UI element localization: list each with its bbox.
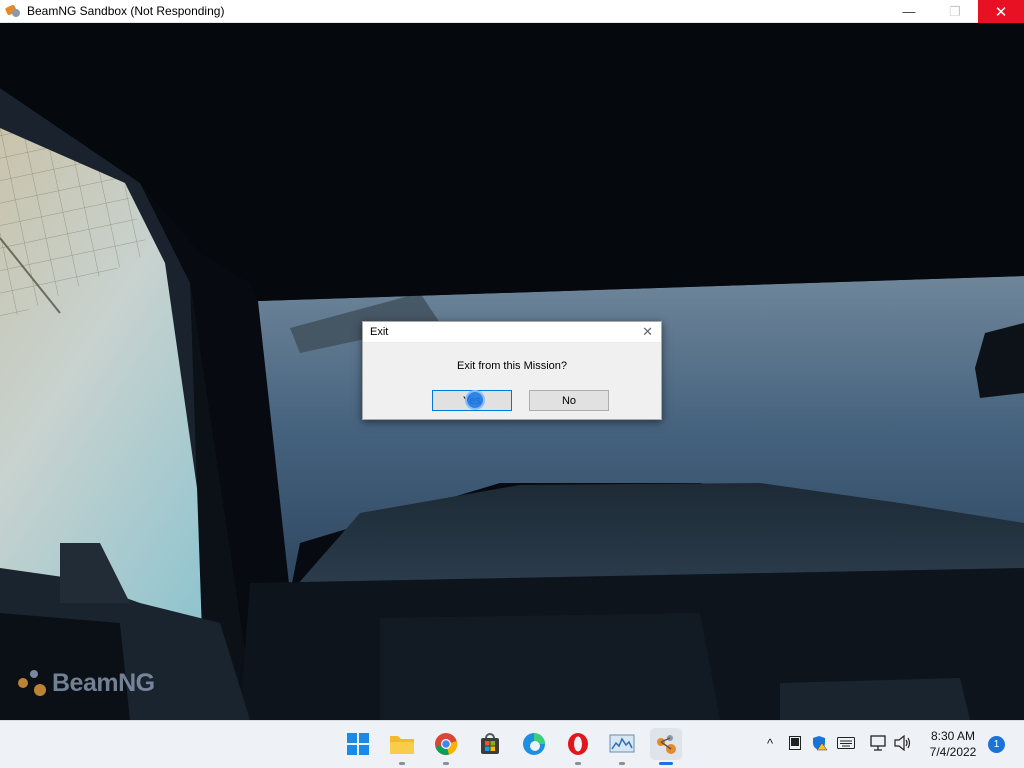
clock-date: 7/4/2022 — [929, 745, 977, 759]
beamng-icon[interactable] — [650, 728, 682, 765]
chrome-icon[interactable] — [430, 728, 462, 765]
dialog-title: Exit — [370, 326, 389, 338]
dialog-close-icon[interactable]: ✕ — [642, 324, 653, 340]
dialog-message: Exit from this Mission? — [456, 360, 568, 372]
maximize-button[interactable]: ❐ — [932, 0, 978, 23]
watermark-text: BeamNG — [52, 668, 155, 697]
beamng-watermark: BeamNG — [16, 668, 155, 698]
clock-time: 8:30 AM — [930, 729, 976, 743]
screen: BeamNG Sandbox (Not Responding) — ❐ ✕ Be… — [0, 0, 1024, 768]
windows-start-icon[interactable] — [342, 728, 374, 760]
security-warning-icon[interactable] — [810, 732, 830, 754]
exit-dialog: Exit ✕ Exit from this Mission? Yes No — [362, 321, 662, 420]
tray-chevron-icon[interactable]: ^ — [761, 732, 779, 754]
keyboard-icon[interactable] — [836, 732, 856, 754]
volume-icon[interactable] — [892, 732, 914, 754]
beamng-logo-icon — [16, 668, 50, 698]
window-titlebar[interactable]: BeamNG Sandbox (Not Responding) — ❐ ✕ — [0, 0, 1024, 23]
edge-icon[interactable] — [518, 728, 550, 760]
monitor-chart-icon[interactable] — [606, 728, 638, 765]
close-button[interactable]: ✕ — [978, 0, 1024, 23]
opera-icon[interactable] — [562, 728, 594, 765]
folder-icon[interactable] — [386, 728, 418, 765]
window-title: BeamNG Sandbox (Not Responding) — [27, 4, 225, 18]
notification-badge[interactable]: 1 — [988, 736, 1005, 753]
no-button[interactable]: No — [529, 390, 609, 411]
beamng-app-icon — [4, 3, 21, 19]
network-icon[interactable] — [868, 732, 890, 754]
dialog-titlebar[interactable]: Exit — [363, 322, 661, 343]
system-clock[interactable]: 8:30 AM 7/4/2022 — [920, 728, 986, 760]
minimize-button[interactable]: — — [886, 0, 932, 23]
store-icon[interactable] — [474, 728, 506, 760]
mouse-cursor — [465, 390, 485, 410]
tablet-icon[interactable] — [786, 732, 804, 754]
